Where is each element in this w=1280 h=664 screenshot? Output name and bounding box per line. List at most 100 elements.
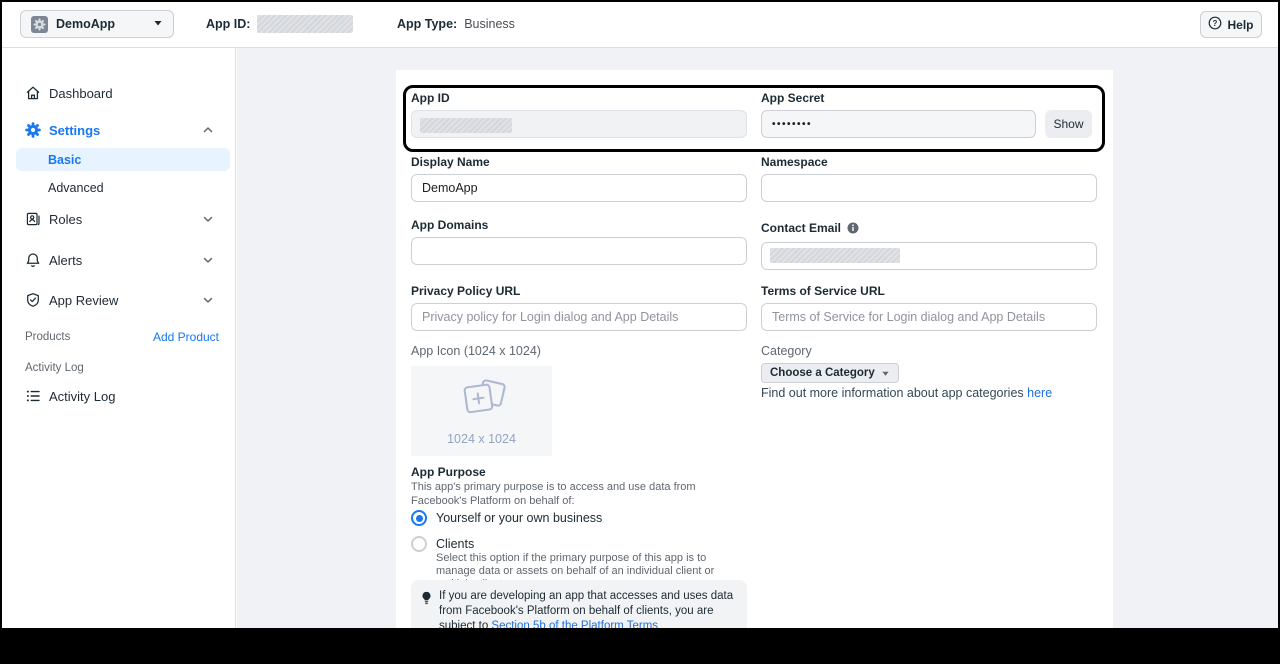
terms-of-service-field-group: Terms of Service URL [761,284,1097,331]
bottom-black-bar [0,628,1280,664]
app-domains-input[interactable] [411,237,747,265]
sidebar: Dashboard Settings Basic Advanced [0,48,236,628]
app-purpose-group: App Purpose This app's primary purpose i… [411,465,747,508]
app-purpose-label: App Purpose [411,465,747,479]
topbar-app-id: App ID: [206,0,353,48]
category-field-group: Category Choose a Category [761,344,1097,383]
app-icon-field-label: App Icon (1024 x 1024) [411,344,747,358]
svg-text:?: ? [1213,19,1218,28]
main-content: App ID App Secret Show Display Name Name… [237,48,1280,628]
topbar-app-type: App Type: Business [397,0,515,48]
help-button[interactable]: ? Help [1200,11,1262,38]
radio-option-clients[interactable]: Clients [411,536,474,552]
sidebar-item-label: Activity Log [49,389,115,404]
sidebar-item-activity-log[interactable]: Activity Log [0,384,235,408]
chevron-up-icon [202,124,214,139]
platform-terms-link[interactable]: Section 5b of the Platform Terms [491,620,658,628]
namespace-field-group: Namespace [761,155,1097,202]
app-icon-size-hint: 1024 x 1024 [447,432,516,446]
sidebar-item-label: Dashboard [49,86,113,101]
app-id-label: App ID: [206,17,250,31]
app-type-value: Business [464,17,515,31]
radio-option-label: Clients [436,536,474,551]
sidebar-subitem-label: Basic [48,153,81,167]
selected-app-name: DemoApp [56,17,153,31]
id-card-icon [25,211,41,227]
lightbulb-icon [421,589,432,628]
sidebar-subitem-basic[interactable]: Basic [16,148,230,171]
app-secret-input[interactable] [761,110,1036,138]
app-id-redacted-value [257,15,353,33]
question-circle-icon: ? [1208,16,1222,33]
sidebar-item-label: App Review [49,293,118,308]
bell-icon [25,252,41,268]
privacy-policy-field-group: Privacy Policy URL [411,284,747,331]
help-button-label: Help [1227,18,1253,32]
list-icon [25,388,41,404]
home-icon [25,85,41,101]
app-id-field-group: App ID [411,91,747,138]
show-secret-button[interactable]: Show [1045,110,1092,138]
app-id-redacted [420,118,512,133]
sidebar-item-label: Roles [49,212,82,227]
app-domains-field-group: App Domains [411,218,747,265]
sidebar-item-app-review[interactable]: App Review [0,288,235,312]
photos-icon [453,377,511,428]
shield-check-icon [25,292,41,308]
namespace-field-label: Namespace [761,155,1097,169]
privacy-policy-input[interactable] [411,303,747,331]
terms-of-service-input[interactable] [761,303,1097,331]
radio-selected-icon [411,510,427,526]
app-type-label: App Type: [397,17,457,31]
contact-email-field-label: Contact Email [761,221,1097,237]
display-name-input[interactable] [411,174,747,202]
app-icon-label-group: App Icon (1024 x 1024) [411,344,747,363]
info-icon [847,222,859,237]
namespace-input[interactable] [761,174,1097,202]
app-selector-dropdown[interactable]: DemoApp [20,10,174,38]
category-help-text: Find out more information about app cate… [761,386,1052,400]
note-text: If you are developing an app that access… [439,589,735,628]
display-name-field-label: Display Name [411,155,747,169]
gear-icon [25,122,41,138]
app-purpose-description: This app's primary purpose is to access … [411,481,747,508]
add-product-link[interactable]: Add Product [153,330,219,344]
contact-email-redacted [770,248,900,263]
choose-category-label: Choose a Category [770,367,875,379]
privacy-policy-field-label: Privacy Policy URL [411,284,747,298]
app-gear-icon [31,16,48,33]
choose-category-dropdown[interactable]: Choose a Category [761,363,899,383]
sidebar-item-alerts[interactable]: Alerts [0,248,235,272]
products-section-label: Products [25,331,70,343]
category-field-label: Category [761,344,1097,358]
sidebar-item-roles[interactable]: Roles [0,207,235,231]
sidebar-subitem-advanced[interactable]: Advanced [16,176,230,199]
chevron-down-icon [153,15,163,33]
terms-of-service-field-label: Terms of Service URL [761,284,1097,298]
chevron-down-icon [202,294,214,309]
activity-log-section-label: Activity Log [25,362,84,374]
platform-terms-note: If you are developing an app that access… [411,580,747,628]
app-dashboard-page: DemoApp App ID: App Type: Business ? Hel… [0,0,1280,664]
radio-unselected-icon [411,536,427,552]
radio-option-label: Yourself or your own business [436,510,602,525]
app-secret-field-group: App Secret Show [761,91,1097,138]
category-help-link[interactable]: here [1027,386,1052,400]
app-secret-field-label: App Secret [761,91,1097,105]
sidebar-item-label: Alerts [49,253,82,268]
topbar: DemoApp App ID: App Type: Business ? Hel… [0,0,1280,48]
basic-settings-card: App ID App Secret Show Display Name Name… [396,70,1113,628]
contact-email-field-group: Contact Email [761,221,1097,270]
sidebar-item-settings[interactable]: Settings [0,118,235,142]
app-icon-upload[interactable]: 1024 x 1024 [411,366,552,456]
radio-option-yourself[interactable]: Yourself or your own business [411,510,602,526]
app-domains-field-label: App Domains [411,218,747,232]
display-name-field-group: Display Name [411,155,747,202]
chevron-down-icon [202,254,214,269]
sidebar-item-label: Settings [49,123,100,138]
caret-down-icon [881,369,890,378]
sidebar-item-dashboard[interactable]: Dashboard [0,81,235,105]
app-id-field-label: App ID [411,91,747,105]
chevron-down-icon [202,213,214,228]
sidebar-subitem-label: Advanced [48,181,104,195]
